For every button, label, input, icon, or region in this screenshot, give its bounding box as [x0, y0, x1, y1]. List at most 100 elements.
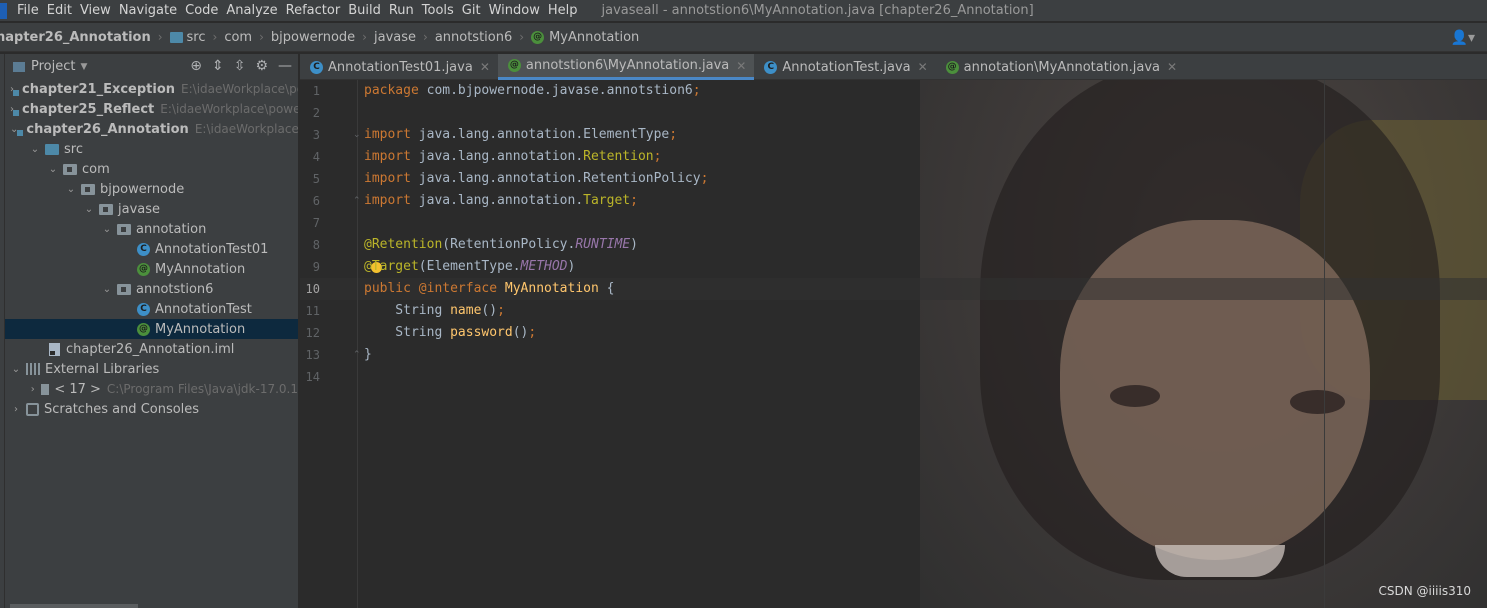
tree-item-chapter21[interactable]: › chapter21_Exception E:\idaeWorkplace\p…	[5, 79, 298, 99]
collapse-all-icon[interactable]: ⇳	[234, 58, 246, 74]
tree-item-src[interactable]: ⌄ src	[5, 139, 298, 159]
line-number: 13	[305, 348, 320, 362]
tree-item-annotationtest01[interactable]: C AnnotationTest01	[5, 239, 298, 259]
type: String	[364, 303, 451, 318]
fold-icon[interactable]: ⌃	[353, 350, 361, 360]
chevron-down-icon[interactable]: ⌄	[10, 364, 22, 375]
annotation-icon: @	[531, 30, 545, 44]
fold-icon[interactable]: ⌄	[353, 130, 361, 140]
chevron-right-icon: ›	[423, 30, 428, 44]
breadcrumb-myannotation[interactable]: @ MyAnnotation	[531, 30, 639, 45]
annotation-icon: @	[137, 262, 150, 276]
semicolon: ;	[669, 127, 678, 142]
menu-file[interactable]: File	[17, 3, 39, 18]
breadcrumb-module[interactable]: hapter26_Annotation	[0, 30, 151, 45]
menu-tools[interactable]: Tools	[422, 3, 454, 18]
menu-help[interactable]: Help	[548, 3, 578, 18]
fold-icon[interactable]: ⌃	[353, 196, 361, 206]
menu-run[interactable]: Run	[389, 3, 414, 18]
tab-annotationtest[interactable]: C AnnotationTest.java ✕	[754, 54, 935, 80]
type: String	[364, 325, 451, 340]
import-name: Target	[583, 193, 631, 208]
tree-item-label: annotation	[136, 221, 207, 237]
menu-build[interactable]: Build	[348, 3, 381, 18]
menu-refactor[interactable]: Refactor	[286, 3, 341, 18]
horizontal-scrollbar[interactable]	[10, 604, 138, 608]
close-icon[interactable]: ✕	[736, 59, 746, 73]
expand-all-icon[interactable]: ⇕	[212, 58, 224, 74]
tree-item-label: AnnotationTest01	[155, 241, 269, 257]
breadcrumb-annotstion6[interactable]: annotstion6	[435, 30, 512, 45]
chevron-down-icon[interactable]: ▼	[80, 62, 87, 72]
menu-code[interactable]: Code	[185, 3, 218, 18]
chevron-right-icon[interactable]: ›	[10, 404, 22, 415]
tab-annotstion6-myannotation[interactable]: @ annotstion6\MyAnnotation.java ✕	[497, 54, 755, 80]
tree-item-external-libraries[interactable]: ⌄ External Libraries	[5, 359, 298, 379]
tree-item-jdk[interactable]: › < 17 > C:\Program Files\Java\jdk-17.0.…	[5, 379, 298, 399]
tab-annotation-myannotation[interactable]: @ annotation\MyAnnotation.java ✕	[936, 54, 1185, 80]
intellij-logo-icon	[0, 2, 7, 19]
tree-item-myannotation-selected[interactable]: @ MyAnnotation	[5, 319, 298, 339]
menu-navigate[interactable]: Navigate	[119, 3, 177, 18]
user-icon[interactable]: 👤▾	[1451, 30, 1475, 46]
breadcrumb-label: MyAnnotation	[549, 29, 640, 45]
code-editor[interactable]: 1 2 3 4 5 6 7 8 9 10 11 12 13 14 ⌄ ⌃ ⌃ p…	[300, 80, 1487, 608]
editor-tabs: C AnnotationTest01.java ✕ @ annotstion6\…	[300, 54, 1487, 80]
breadcrumb: hapter26_Annotation › src › com › bjpowe…	[0, 23, 1487, 52]
keyword: package	[364, 83, 419, 98]
tree-item-myannotation[interactable]: @ MyAnnotation	[5, 259, 298, 279]
breadcrumb-bjpowernode[interactable]: bjpowernode	[271, 30, 355, 45]
tree-item-annotstion6[interactable]: ⌄ annotstion6	[5, 279, 298, 299]
iml-file-icon	[49, 342, 60, 356]
chevron-down-icon[interactable]: ⌄	[101, 224, 113, 235]
chevron-down-icon[interactable]: ⌄	[29, 144, 41, 155]
keyword: import	[364, 193, 411, 208]
semicolon: ;	[653, 149, 662, 164]
code-text: (ElementType.	[418, 259, 521, 274]
menu-view[interactable]: View	[80, 3, 111, 18]
gear-icon[interactable]: ⚙	[255, 58, 268, 74]
close-icon[interactable]: ✕	[918, 60, 928, 74]
chevron-down-icon[interactable]: ⌄	[65, 184, 77, 195]
tree-item-annotation[interactable]: ⌄ annotation	[5, 219, 298, 239]
breadcrumb-com[interactable]: com	[224, 30, 252, 45]
tree-item-chapter26[interactable]: ⌄ chapter26_Annotation E:\idaeWorkplace\…	[5, 119, 298, 139]
tree-item-bjpowernode[interactable]: ⌄ bjpowernode	[5, 179, 298, 199]
tree-item-label: chapter26_Annotation.iml	[66, 341, 235, 357]
tree-item-label: com	[82, 161, 110, 177]
tab-annotationtest01[interactable]: C AnnotationTest01.java ✕	[300, 54, 498, 80]
tree-item-javase[interactable]: ⌄ javase	[5, 199, 298, 219]
background-shape	[1290, 390, 1345, 414]
menu-edit[interactable]: Edit	[47, 3, 72, 18]
tree-item-scratches[interactable]: › Scratches and Consoles	[5, 399, 298, 419]
menu-window[interactable]: Window	[489, 3, 540, 18]
close-icon[interactable]: ✕	[480, 60, 490, 74]
menu-git[interactable]: Git	[462, 3, 481, 18]
chevron-right-icon: ›	[362, 30, 367, 44]
project-panel-title[interactable]: Project	[31, 59, 75, 74]
panel-toolbar: ⊕ ⇕ ⇳ ⚙ —	[190, 58, 292, 74]
type-name: MyAnnotation	[504, 281, 599, 296]
line-number: 9	[312, 260, 320, 274]
tree-item-chapter25[interactable]: › chapter25_Reflect E:\idaeWorkplace\pow…	[5, 99, 298, 119]
close-icon[interactable]: ✕	[1167, 60, 1177, 74]
minimize-icon[interactable]: —	[278, 58, 292, 74]
menu-analyze[interactable]: Analyze	[226, 3, 277, 18]
code-line-13: }	[364, 344, 372, 366]
chevron-down-icon[interactable]: ⌄	[47, 164, 59, 175]
chevron-right-icon[interactable]: ›	[29, 384, 37, 395]
chevron-down-icon[interactable]: ⌄	[101, 284, 113, 295]
tree-item-label: < 17 >	[54, 381, 101, 397]
tree-item-label: chapter26_Annotation	[26, 121, 189, 137]
locate-icon[interactable]: ⊕	[190, 58, 202, 74]
tree-item-annotationtest[interactable]: C AnnotationTest	[5, 299, 298, 319]
semicolon: ;	[497, 303, 505, 318]
tree-item-com[interactable]: ⌄ com	[5, 159, 298, 179]
breadcrumb-javase[interactable]: javase	[374, 30, 416, 45]
chevron-down-icon[interactable]: ⌄	[83, 204, 95, 215]
breadcrumb-src[interactable]: src	[169, 30, 206, 45]
tree-item-iml[interactable]: chapter26_Annotation.iml	[5, 339, 298, 359]
code-line-12: String password();	[364, 322, 536, 344]
editor-background-image	[920, 80, 1487, 608]
scratches-icon	[26, 402, 39, 416]
